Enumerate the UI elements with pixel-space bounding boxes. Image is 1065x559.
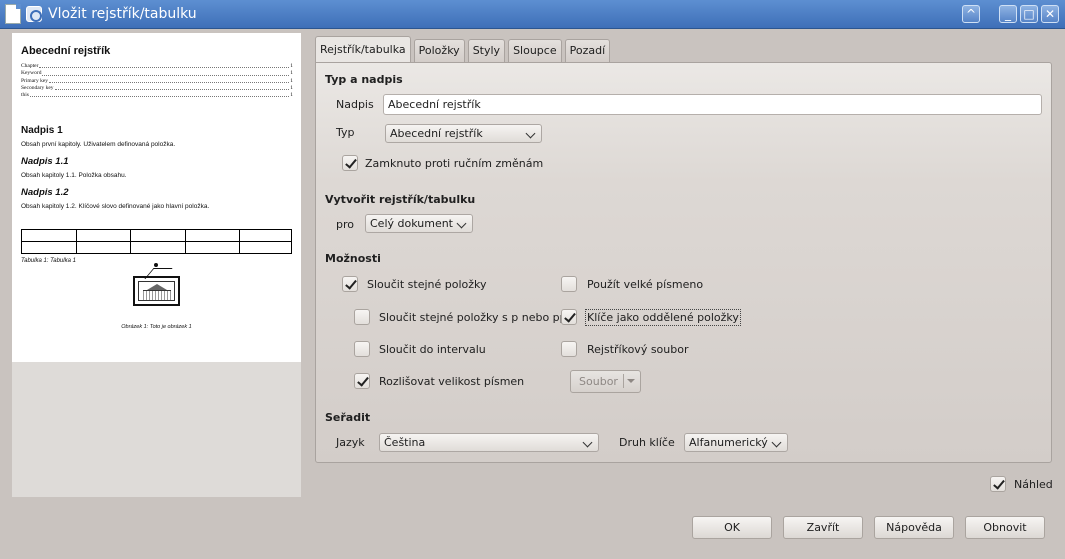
preview-table: [21, 229, 292, 254]
chevron-down-icon: [456, 218, 467, 229]
preview-picture: [133, 263, 180, 306]
key-type-label: Druh klíče: [619, 436, 675, 449]
type-label: Typ: [336, 126, 355, 139]
preview-label: Náhled: [1014, 478, 1053, 491]
auto-capitalize-label: Použít velké písmeno: [587, 278, 704, 291]
preview-text-1-2: Obsah kapitoly 1.2. Klíčové slovo defino…: [21, 203, 210, 210]
list-item: Secondary key 1: [21, 84, 293, 91]
index-table-panel: Typ a nadpis Nadpis Abecední rejstřík Ty…: [315, 62, 1052, 463]
preview-text-1-1: Obsah kapitoly 1.1. Položka obsahu.: [21, 172, 127, 179]
protect-checkbox[interactable]: [342, 155, 358, 171]
protect-label: Zamknuto proti ručním změnám: [365, 157, 544, 170]
help-button[interactable]: Nápověda: [874, 516, 954, 539]
list-item: Keyword 1: [21, 70, 293, 77]
window-title: Vložit rejstřík/tabulku: [48, 6, 197, 22]
preview-index-list: Chapter 1 Keyword 1 Primary key 1 Secondary…: [21, 63, 293, 99]
case-sensitive-label: Rozlišovat velikost písmen: [379, 375, 525, 388]
combine-range-checkbox[interactable]: [354, 341, 370, 357]
combine-identical-checkbox[interactable]: [342, 276, 358, 292]
maximize-button[interactable]: □: [1020, 5, 1038, 23]
list-item: Primary key 1: [21, 77, 293, 84]
combine-range-label: Sloučit do intervalu: [379, 343, 486, 356]
list-item: this 1: [21, 92, 293, 99]
preview-figure-caption: Obrázek 1: Toto je obrázek 1: [121, 324, 192, 330]
language-select[interactable]: Čeština: [379, 433, 599, 452]
title-bar: Vložit rejstřík/tabulku ^ _ □ ✕: [0, 0, 1065, 29]
case-sensitive-checkbox[interactable]: [354, 373, 370, 389]
ok-button[interactable]: OK: [692, 516, 772, 539]
auto-capitalize-checkbox[interactable]: [561, 276, 577, 292]
concordance-checkbox[interactable]: [561, 341, 577, 357]
preview-heading-1-2: Nadpis 1.2: [21, 187, 69, 198]
minimize-button[interactable]: _: [999, 5, 1017, 23]
combine-pp-checkbox[interactable]: [354, 309, 370, 325]
create-section-title: Vytvořit rejstřík/tabulku: [325, 193, 476, 206]
preview-text-1: Obsah první kapitoly. Uživatelem definov…: [21, 141, 176, 148]
file-menu-button[interactable]: Soubor: [570, 370, 641, 393]
keys-separate-label: Klíče jako oddělené položky: [585, 309, 741, 326]
tab-bar: Rejstřík/tabulka Položky Styly Sloupce P…: [315, 36, 613, 63]
close-button[interactable]: ✕: [1041, 5, 1059, 23]
preview-heading-1-1: Nadpis 1.1: [21, 156, 69, 167]
scope-select[interactable]: Celý dokument: [365, 214, 473, 233]
combine-pp-label: Sloučit stejné položky s p nebo pp: [379, 311, 567, 324]
keep-above-button[interactable]: ^: [962, 5, 980, 23]
tab-background[interactable]: Pozadí: [564, 39, 611, 63]
options-section-title: Možnosti: [325, 252, 381, 265]
preview-index-heading: Abecední rejstřík: [21, 45, 111, 57]
window-menu-icon[interactable]: [26, 6, 42, 22]
preview-table-caption: Tabulka 1: Tabulka 1: [21, 258, 76, 264]
document-icon: [5, 4, 21, 24]
preview-checkbox[interactable]: [990, 476, 1006, 492]
concordance-label: Rejstříkový soubor: [587, 343, 689, 356]
title-input[interactable]: Abecední rejstřík: [383, 94, 1042, 115]
chevron-down-icon: [525, 128, 536, 139]
combine-identical-label: Sloučit stejné položky: [367, 278, 487, 291]
list-item: Chapter 1: [21, 63, 293, 69]
title-label: Nadpis: [336, 98, 374, 111]
key-type-select[interactable]: Alfanumerický: [684, 433, 788, 452]
type-section-title: Typ a nadpis: [325, 73, 403, 86]
language-label: Jazyk: [336, 436, 365, 449]
chevron-down-icon: [771, 437, 782, 448]
keys-separate-checkbox[interactable]: [561, 309, 577, 325]
for-label: pro: [336, 218, 354, 231]
preview-heading-1: Nadpis 1: [21, 125, 63, 136]
reset-button[interactable]: Obnovit: [965, 516, 1045, 539]
tab-index-table[interactable]: Rejstřík/tabulka: [315, 36, 411, 63]
type-select[interactable]: Abecední rejstřík: [385, 124, 542, 143]
chevron-down-icon: [582, 437, 593, 448]
dropdown-arrow-icon: [627, 379, 635, 383]
preview-page: Abecední rejstřík Chapter 1 Keyword 1 Prim…: [12, 33, 301, 362]
tab-entries[interactable]: Položky: [413, 39, 465, 63]
tab-columns[interactable]: Sloupce: [508, 39, 562, 63]
preview-area: Abecední rejstřík Chapter 1 Keyword 1 Prim…: [12, 33, 301, 497]
sort-section-title: Seřadit: [325, 411, 371, 424]
tab-styles[interactable]: Styly: [467, 39, 506, 63]
close-dialog-button[interactable]: Zavřít: [783, 516, 863, 539]
